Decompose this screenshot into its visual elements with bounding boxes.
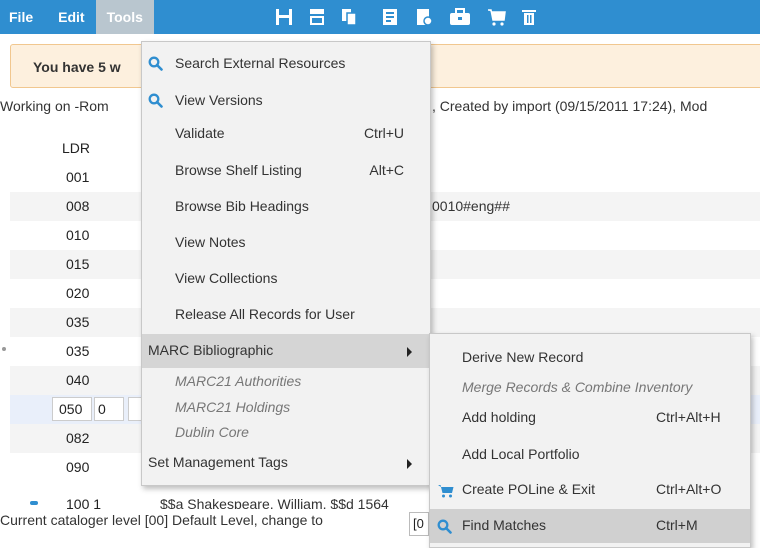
- tools-dropdown: Search External Resources View Versions …: [141, 41, 431, 486]
- menu-item-add-holding[interactable]: Add holding Ctrl+Alt+H: [430, 401, 750, 435]
- search-icon: [148, 56, 163, 71]
- menu-tools[interactable]: Tools: [95, 0, 154, 34]
- field-tag: 035: [66, 343, 90, 359]
- field-tag: 040: [66, 372, 90, 388]
- field-tag: 008: [66, 198, 90, 214]
- menu-item-search-external[interactable]: Search External Resources: [142, 47, 430, 81]
- menu-item-derive-new-record[interactable]: Derive New Record: [430, 341, 750, 375]
- field-tag: 090: [66, 459, 90, 475]
- menu-item-marc-bibliographic[interactable]: MARC Bibliographic: [142, 334, 430, 368]
- field-tag: LDR: [62, 140, 91, 156]
- save-icon[interactable]: [274, 7, 294, 27]
- menu-item-merge-records[interactable]: Merge Records & Combine Inventory: [430, 371, 750, 405]
- cart-icon: [438, 485, 454, 498]
- template-icon[interactable]: [380, 7, 400, 27]
- shortcut-text: Ctrl+U: [363, 125, 404, 141]
- menu-item-find-matches[interactable]: Find Matches Ctrl+M: [430, 509, 750, 543]
- shortcut-text: Ctrl+M: [656, 517, 698, 533]
- menu-edit[interactable]: Edit: [47, 0, 95, 34]
- search-icon: [437, 519, 452, 534]
- menu-item-validate[interactable]: Validate Ctrl+U: [142, 117, 430, 151]
- field-tag: 001: [66, 169, 90, 185]
- shortcut-text: Ctrl+Alt+O: [656, 481, 722, 497]
- copy-icon[interactable]: [339, 7, 359, 27]
- menu-item-add-local-portfolio[interactable]: Add Local Portfolio: [430, 438, 750, 472]
- menu-item-browse-bib[interactable]: Browse Bib Headings: [142, 190, 430, 224]
- menu-item-marc21-holdings[interactable]: MARC21 Holdings: [175, 399, 290, 415]
- submenu-arrow-icon: [407, 459, 412, 469]
- cart-icon[interactable]: [487, 7, 507, 27]
- menu-item-create-poline[interactable]: Create POLine & Exit Ctrl+Alt+O: [430, 473, 750, 507]
- field-tag: 082: [66, 430, 90, 446]
- field-tag: 100 1: [66, 496, 102, 509]
- trash-icon[interactable]: [519, 7, 539, 27]
- field-content: 0010#eng##: [432, 198, 510, 214]
- field-tag: 020: [66, 285, 90, 301]
- marc-bibliographic-submenu: Derive New Record Merge Records & Combin…: [429, 333, 751, 548]
- menu-item-dublin-core[interactable]: Dublin Core: [175, 424, 249, 440]
- menu-item-view-versions[interactable]: View Versions: [142, 84, 430, 118]
- menu-item-browse-shelf[interactable]: Browse Shelf Listing Alt+C: [142, 154, 430, 188]
- menu-item-marc21-authorities[interactable]: MARC21 Authorities: [175, 373, 301, 389]
- field-tag: 035: [66, 314, 90, 330]
- expand-icon[interactable]: [30, 501, 38, 505]
- menu-item-view-notes[interactable]: View Notes: [142, 226, 430, 260]
- menu-item-set-management-tags[interactable]: Set Management Tags: [142, 446, 430, 480]
- working-on-text: Working on -Rom: [0, 98, 109, 114]
- field-tag: 015: [66, 256, 90, 272]
- field-tag: 010: [66, 227, 90, 243]
- shortcut-text: Ctrl+Alt+H: [656, 409, 721, 425]
- suitcase-icon[interactable]: [448, 7, 472, 27]
- split-view-icon[interactable]: [307, 7, 327, 27]
- menu-item-release-all[interactable]: Release All Records for User: [142, 298, 430, 332]
- add-record-icon[interactable]: [414, 7, 434, 27]
- record-info-text: , Created by import (09/15/2011 17:24), …: [432, 98, 708, 114]
- menu-item-view-collections[interactable]: View Collections: [142, 262, 430, 296]
- menu-file[interactable]: File: [0, 0, 47, 34]
- resize-handle[interactable]: [2, 347, 6, 351]
- search-icon: [148, 93, 163, 108]
- tag-input[interactable]: 050: [52, 397, 92, 421]
- notice-text: You have 5 w: [33, 59, 121, 75]
- cataloger-level-input[interactable]: [0: [409, 512, 429, 536]
- field-content: $$a Shakespeare, William, $$d 1564: [160, 496, 389, 509]
- indicator-input[interactable]: 0: [94, 397, 124, 421]
- submenu-arrow-icon: [407, 347, 412, 357]
- shortcut-text: Alt+C: [369, 162, 404, 178]
- cataloger-level-text: Current cataloger level [00] Default Lev…: [0, 512, 323, 528]
